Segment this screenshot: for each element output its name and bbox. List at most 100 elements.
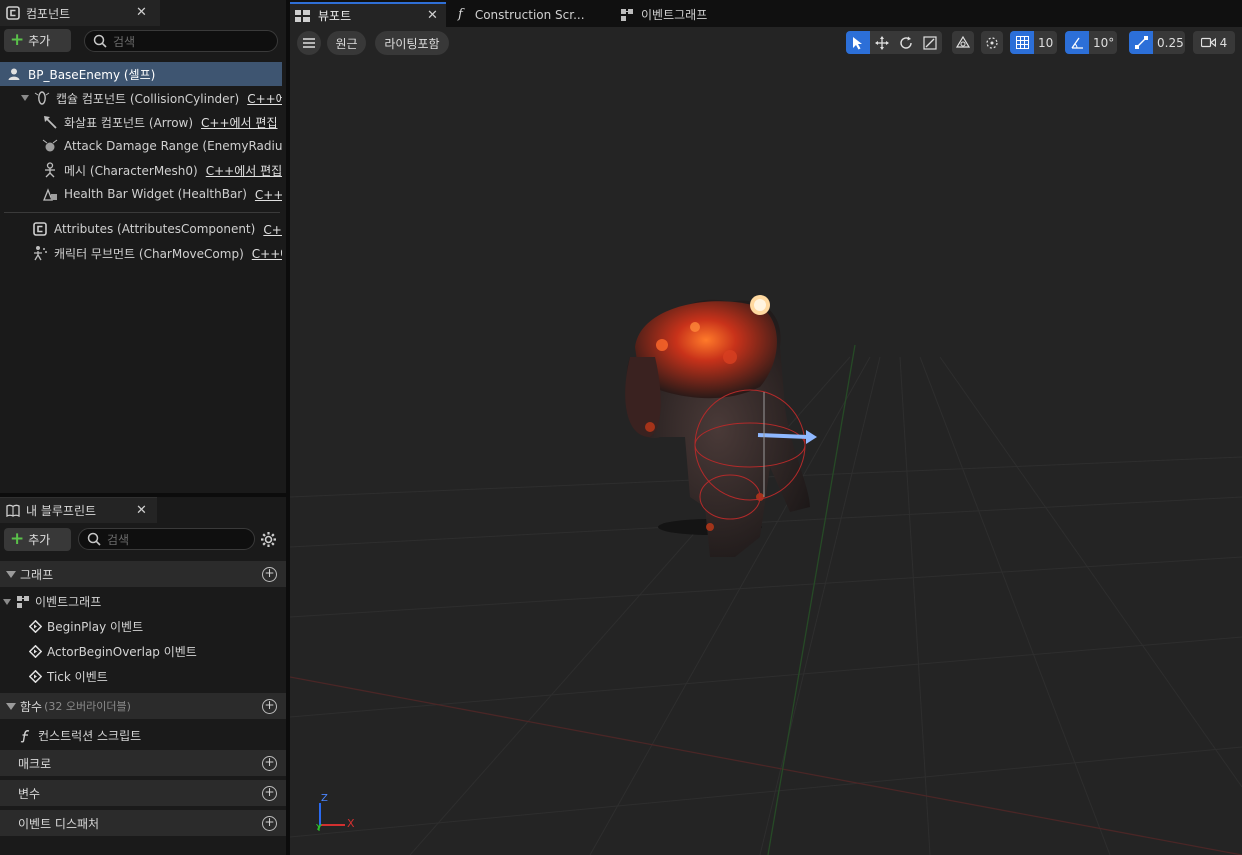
tab-viewport[interactable]: 뷰포트 ✕ <box>290 2 446 27</box>
component-root[interactable]: BP_BaseEnemy (셀프) <box>0 62 282 86</box>
event-graph-label: 이벤트그래프 <box>35 595 102 609</box>
component-item-label: Attack Damage Range (EnemyRadiusSphere) <box>64 139 282 153</box>
component-item-label: 화살표 컴포넌트 (Arrow) <box>64 115 194 130</box>
close-icon[interactable]: ✕ <box>136 503 147 518</box>
variables-section-header[interactable]: 변수 + <box>0 780 286 806</box>
event-graph-icon <box>16 595 30 609</box>
scale-snap-value: 0.25 <box>1157 35 1184 50</box>
add-macro-icon[interactable]: + <box>262 756 277 771</box>
event-item[interactable]: ActorBeginOverlap 이벤트 <box>0 639 286 664</box>
transform-tools-group <box>846 31 942 54</box>
expand-arrow-icon[interactable] <box>21 95 29 101</box>
components-panel-title: 컴포넌트 <box>26 6 71 21</box>
edit-in-cpp-link[interactable]: C++에서 편집 <box>206 162 282 179</box>
construction-script-label: 컨스트럭션 스크립트 <box>38 729 142 743</box>
scale-snap-toggle[interactable] <box>1129 31 1153 54</box>
component-item[interactable]: Attributes (AttributesComponent) C++에서 편… <box>0 217 282 241</box>
axis-z-label: Z <box>321 793 328 804</box>
select-tool-button[interactable] <box>846 31 870 54</box>
event-graph-item[interactable]: 이벤트그래프 <box>0 589 286 614</box>
lighting-mode-button[interactable]: 라이팅포함 <box>375 31 449 55</box>
event-label: Tick 이벤트 <box>47 670 108 684</box>
graph-section-header[interactable]: 그래프 + <box>0 561 286 587</box>
add-component-button[interactable]: + 추가 <box>4 29 71 52</box>
rotation-snap-group[interactable]: 10° <box>1065 31 1117 54</box>
add-blueprint-item-button[interactable]: + 추가 <box>4 528 71 551</box>
left-column: 컴포넌트 ✕ + 추가 검색 BP_BaseEnemy (셀프) 캡슐 컴포넌트… <box>0 0 286 855</box>
my-blueprint-tab[interactable]: 내 블루프린트 ✕ <box>0 497 157 523</box>
dispatchers-section-header[interactable]: 이벤트 디스패처 + <box>0 810 286 836</box>
edit-in-cpp-link[interactable]: C++에서 편집 <box>201 114 277 131</box>
camera-speed-button[interactable]: 4 <box>1193 31 1235 54</box>
my-blueprint-title: 내 블루프린트 <box>26 504 97 518</box>
component-item-label: 메시 (CharacterMesh0) <box>64 163 198 178</box>
event-item[interactable]: BeginPlay 이벤트 <box>0 614 286 639</box>
component-item[interactable]: 메시 (CharacterMesh0) C++에서 편집 <box>0 158 282 182</box>
surface-snapping-button[interactable] <box>981 31 1003 54</box>
grid-snap-toggle[interactable] <box>1010 31 1034 54</box>
viewport-options-button[interactable] <box>297 31 321 55</box>
tab-construction-script[interactable]: f Construction Scr... <box>458 2 608 27</box>
graph-section-title: 그래프 <box>20 567 54 582</box>
add-graph-icon[interactable]: + <box>262 567 277 582</box>
rotate-tool-icon[interactable] <box>894 36 918 50</box>
search-icon <box>93 34 107 48</box>
move-tool-icon[interactable] <box>870 35 894 50</box>
component-item-label: 캐릭터 무브먼트 (CharMoveComp) <box>54 246 244 261</box>
expand-arrow-icon[interactable] <box>3 598 11 605</box>
viewport-scene[interactable] <box>290 27 1242 855</box>
component-item[interactable]: Attack Damage Range (EnemyRadiusSphere) <box>0 134 282 158</box>
macros-section-header[interactable]: 매크로 + <box>0 750 286 776</box>
scale-tool-icon[interactable] <box>918 35 942 50</box>
close-icon[interactable]: ✕ <box>136 5 147 20</box>
add-variable-icon[interactable]: + <box>262 786 277 801</box>
component-item[interactable]: 화살표 컴포넌트 (Arrow) C++에서 편집 <box>0 110 282 134</box>
grid-snap-group[interactable]: 10 <box>1010 31 1057 54</box>
event-diamond-icon <box>29 670 42 683</box>
scale-snap-group[interactable]: 0.25 <box>1129 31 1185 54</box>
tab-event-graph-label: 이벤트그래프 <box>641 8 708 22</box>
event-label: BeginPlay 이벤트 <box>47 620 144 634</box>
edit-in-cpp-link[interactable]: C++에서 편집 <box>263 221 282 238</box>
coordinate-system-button[interactable] <box>952 31 974 54</box>
grid-snap-value: 10 <box>1038 35 1054 50</box>
hamburger-menu-icon <box>303 38 315 48</box>
functions-section-header[interactable]: 함수 (32 오버라이더블) + <box>0 693 286 719</box>
viewport[interactable]: X Z Y 원근 라이팅포함 10 10° 0.25 4 <box>290 27 1242 855</box>
arrow-icon <box>42 114 58 130</box>
component-item[interactable]: 캡슐 컴포넌트 (CollisionCylinder) C++에서 편집 <box>0 86 282 110</box>
movement-icon <box>32 245 48 261</box>
component-item-label: Attributes (AttributesComponent) <box>54 222 256 236</box>
component-search-input[interactable]: 검색 <box>84 30 278 52</box>
close-icon[interactable]: ✕ <box>427 8 438 23</box>
event-diamond-icon <box>29 645 42 658</box>
book-icon <box>6 504 20 517</box>
rotation-snap-toggle[interactable] <box>1065 31 1089 54</box>
variables-section-title: 변수 <box>18 786 41 801</box>
add-dispatcher-icon[interactable]: + <box>262 816 277 831</box>
collapse-arrow-icon[interactable] <box>6 702 16 710</box>
component-item-label: 캡슐 컴포넌트 (CollisionCylinder) <box>56 91 240 106</box>
tab-construction-label: Construction Scr... <box>474 7 585 22</box>
component-icon <box>32 221 48 237</box>
edit-in-cpp-link[interactable]: C++에서 편집 <box>255 186 282 203</box>
components-panel-tab[interactable]: 컴포넌트 ✕ <box>0 0 160 26</box>
component-item[interactable]: Health Bar Widget (HealthBar) C++에서 편집 <box>0 182 282 206</box>
perspective-button[interactable]: 원근 <box>327 31 366 55</box>
component-item[interactable]: 캐릭터 무브먼트 (CharMoveComp) C++에서 편집 <box>0 241 282 265</box>
component-icon <box>6 6 20 20</box>
axis-y-label: Y <box>316 823 323 834</box>
edit-in-cpp-link[interactable]: C++에서 편집 <box>252 245 282 262</box>
event-graph-icon <box>620 8 634 22</box>
collapse-arrow-icon[interactable] <box>6 570 16 578</box>
settings-gear-icon[interactable] <box>260 531 277 548</box>
edit-in-cpp-link[interactable]: C++에서 편집 <box>247 90 282 107</box>
blueprint-search-input[interactable]: 검색 <box>78 528 255 550</box>
tab-event-graph[interactable]: 이벤트그래프 <box>620 2 740 27</box>
angle-icon <box>1070 36 1084 49</box>
axis-x-label: X <box>347 817 355 830</box>
event-item[interactable]: Tick 이벤트 <box>0 664 286 689</box>
construction-script-item[interactable]: 컨스트럭션 스크립트 <box>0 723 286 748</box>
surface-snap-icon <box>985 36 999 50</box>
add-function-icon[interactable]: + <box>262 699 277 714</box>
